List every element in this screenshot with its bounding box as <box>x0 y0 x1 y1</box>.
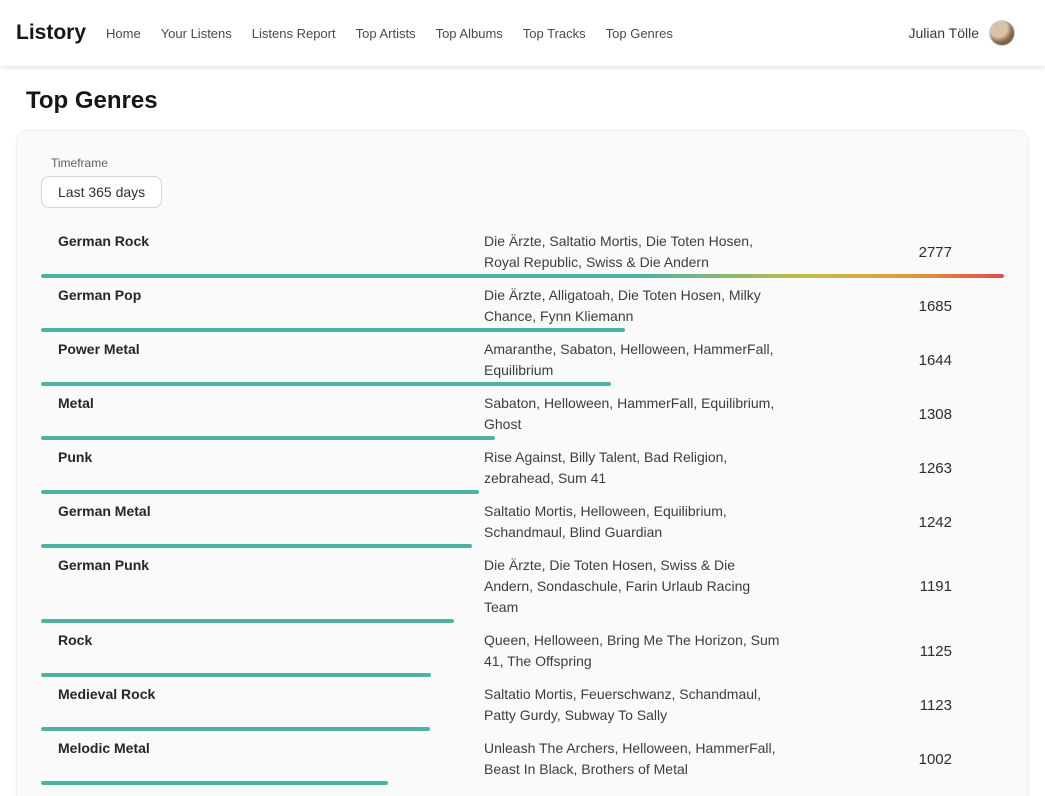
genre-artists: Bukahara, Käptn Peng, KYTES, Von Wegen L… <box>484 792 794 796</box>
genre-row: Rock Queen, Helloween, Bring Me The Hori… <box>41 624 1004 678</box>
nav-item-home[interactable]: Home <box>96 18 151 49</box>
genre-bar-gradient <box>41 382 611 386</box>
genre-bar-gradient <box>41 274 1004 278</box>
genre-count: 2777 <box>794 244 1004 261</box>
genre-count: 1263 <box>794 460 1004 477</box>
genre-bar <box>41 436 495 440</box>
genre-count: 1002 <box>794 751 1004 768</box>
nav-user-area: Julian Tölle <box>908 20 1015 46</box>
genre-bar-gradient <box>41 673 431 677</box>
genre-bar-gradient <box>41 436 495 440</box>
genre-artists: Amaranthe, Sabaton, Helloween, HammerFal… <box>484 339 794 381</box>
genre-bar-gradient <box>41 328 625 332</box>
genre-count: 1191 <box>794 578 1004 595</box>
genre-name: German Pop <box>41 285 484 327</box>
genre-artists: Unleash The Archers, Helloween, HammerFa… <box>484 738 794 780</box>
genre-row: German Rock Die Ärzte, Saltatio Mortis, … <box>41 225 1004 279</box>
genre-bar <box>41 382 611 386</box>
user-avatar[interactable] <box>989 20 1015 46</box>
genre-bar <box>41 490 479 494</box>
genre-count: 1125 <box>794 643 1004 660</box>
genre-row: Metal Sabaton, Helloween, HammerFall, Eq… <box>41 387 1004 441</box>
user-name: Julian Tölle <box>908 25 979 41</box>
genre-bar <box>41 727 430 731</box>
genre-name: German Punk <box>41 555 484 618</box>
genre-row: German Metal Saltatio Mortis, Helloween,… <box>41 495 1004 549</box>
page-title: Top Genres <box>26 87 1045 115</box>
genre-row: Punk Rise Against, Billy Talent, Bad Rel… <box>41 441 1004 495</box>
genre-count: 1644 <box>794 352 1004 369</box>
genre-row: Melodic Metal Unleash The Archers, Hello… <box>41 732 1004 786</box>
genre-bar-gradient <box>41 781 388 785</box>
genre-count: 1685 <box>794 298 1004 315</box>
genre-artists: Die Ärzte, Die Toten Hosen, Swiss & Die … <box>484 555 794 618</box>
genre-artists: Die Ärzte, Saltatio Mortis, Die Toten Ho… <box>484 231 794 273</box>
timeframe-select[interactable]: Last 365 days <box>41 176 162 208</box>
nav-item-your-listens[interactable]: Your Listens <box>151 18 242 49</box>
genre-row: Medieval Rock Saltatio Mortis, Feuerschw… <box>41 678 1004 732</box>
genre-bar <box>41 673 431 677</box>
genre-bar <box>41 619 454 623</box>
top-genres-card: Timeframe Last 365 days German Rock Die … <box>16 130 1029 796</box>
nav-item-top-albums[interactable]: Top Albums <box>426 18 513 49</box>
nav-item-top-artists[interactable]: Top Artists <box>346 18 426 49</box>
genre-artists: Queen, Helloween, Bring Me The Horizon, … <box>484 630 794 672</box>
brand-logo[interactable]: Listory <box>16 21 86 45</box>
genre-bar-gradient <box>41 619 454 623</box>
genre-name: German Rock <box>41 231 484 273</box>
genre-bar <box>41 544 472 548</box>
genre-row: German Pop Die Ärzte, Alligatoah, Die To… <box>41 279 1004 333</box>
genre-row: Power Metal Amaranthe, Sabaton, Hellowee… <box>41 333 1004 387</box>
timeframe-label: Timeframe <box>51 156 1004 170</box>
genre-artists: Saltatio Mortis, Feuerschwanz, Schandmau… <box>484 684 794 726</box>
top-nav: Listory Home Your Listens Listens Report… <box>0 0 1045 66</box>
genre-bar <box>41 274 1004 278</box>
genre-name: Medieval Rock <box>41 684 484 726</box>
genre-bar-gradient <box>41 490 479 494</box>
genre-artists: Sabaton, Helloween, HammerFall, Equilibr… <box>484 393 794 435</box>
genre-name: Power Metal <box>41 339 484 381</box>
genre-name: German Indie <box>41 792 484 796</box>
genre-list: German Rock Die Ärzte, Saltatio Mortis, … <box>41 225 1004 796</box>
genre-count: 1123 <box>794 697 1004 714</box>
genre-name: Rock <box>41 630 484 672</box>
genre-name: German Metal <box>41 501 484 543</box>
genre-bar <box>41 328 625 332</box>
genre-bar-gradient <box>41 544 472 548</box>
genre-name: Melodic Metal <box>41 738 484 780</box>
genre-name: Punk <box>41 447 484 489</box>
genre-row: German Indie Bukahara, Käptn Peng, KYTES… <box>41 786 1004 796</box>
nav-links: Home Your Listens Listens Report Top Art… <box>96 18 683 49</box>
genre-artists: Rise Against, Billy Talent, Bad Religion… <box>484 447 794 489</box>
nav-item-top-genres[interactable]: Top Genres <box>596 18 683 49</box>
genre-bar-gradient <box>41 727 430 731</box>
genre-artists: Die Ärzte, Alligatoah, Die Toten Hosen, … <box>484 285 794 327</box>
genre-bar <box>41 781 388 785</box>
genre-count: 1242 <box>794 514 1004 531</box>
nav-item-top-tracks[interactable]: Top Tracks <box>513 18 596 49</box>
nav-item-listens-report[interactable]: Listens Report <box>242 18 346 49</box>
genre-artists: Saltatio Mortis, Helloween, Equilibrium,… <box>484 501 794 543</box>
genre-row: German Punk Die Ärzte, Die Toten Hosen, … <box>41 549 1004 624</box>
genre-name: Metal <box>41 393 484 435</box>
genre-count: 1308 <box>794 406 1004 423</box>
